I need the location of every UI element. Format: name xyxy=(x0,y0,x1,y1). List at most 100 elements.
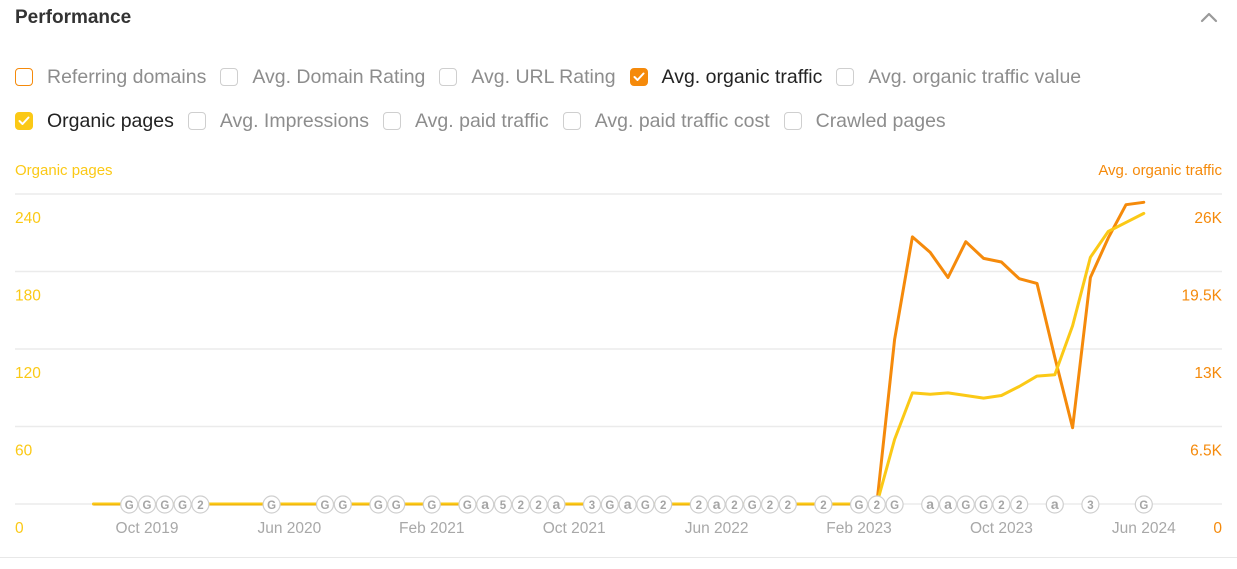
annotation-label: G xyxy=(178,500,187,512)
annotation-marker[interactable]: G xyxy=(137,495,157,514)
checkbox-empty-icon[interactable] xyxy=(187,112,206,130)
left-tick-label: 60 xyxy=(15,443,33,460)
collapse-button[interactable] xyxy=(1198,8,1220,26)
annotation-marker[interactable]: G xyxy=(974,495,993,514)
annotation-marker[interactable]: 2 xyxy=(511,495,530,514)
annotation-marker[interactable]: a xyxy=(938,495,958,514)
annotation-marker[interactable]: 3 xyxy=(1081,495,1100,514)
metric-checkbox-organic-pages[interactable]: Organic pages xyxy=(15,110,174,133)
annotation-marker[interactable]: 2 xyxy=(689,495,708,514)
annotation-marker[interactable]: a xyxy=(476,495,495,514)
annotation-marker[interactable]: 2 xyxy=(654,495,673,514)
annotation-label: a xyxy=(624,496,632,512)
annotation-marker[interactable]: a xyxy=(1045,495,1064,514)
annotation-marker[interactable]: 5 xyxy=(493,495,513,514)
annotation-marker[interactable]: G xyxy=(885,495,904,514)
annotation-marker[interactable]: 2 xyxy=(814,495,833,514)
metric-label: Avg. organic traffic xyxy=(661,65,823,88)
metric-checkbox-avg-domain-rating[interactable]: Avg. Domain Rating xyxy=(220,66,425,89)
checkbox-empty-icon[interactable] xyxy=(562,112,581,130)
annotation-marker[interactable]: a xyxy=(618,495,637,514)
metric-checkbox-avg-paid-traffic[interactable]: Avg. paid traffic xyxy=(383,110,549,133)
metric-checkbox-referring-domains[interactable]: Referring domains xyxy=(15,66,206,89)
annotation-label: 2 xyxy=(874,500,880,512)
checkmark-icon xyxy=(633,72,645,81)
x-tick-label: Jun 2022 xyxy=(685,520,749,537)
x-tick-label: Oct 2023 xyxy=(970,520,1033,537)
annotation-marker[interactable]: 2 xyxy=(191,495,210,514)
right-axis-title: Avg. organic traffic xyxy=(1098,162,1222,179)
annotation-marker[interactable]: G xyxy=(173,495,192,514)
annotation-marker[interactable]: G xyxy=(849,495,869,514)
right-tick-label: 26K xyxy=(1194,210,1222,227)
annotation-marker[interactable]: a xyxy=(921,495,940,514)
annotation-marker[interactable]: G xyxy=(636,495,655,514)
annotation-label: a xyxy=(713,496,721,512)
annotation-marker[interactable]: 2 xyxy=(1010,495,1029,514)
metric-label: Referring domains xyxy=(47,65,207,88)
annotation-marker[interactable]: 2 xyxy=(725,495,744,514)
metric-label: Avg. URL Rating xyxy=(471,65,616,88)
annotation-marker[interactable]: G xyxy=(458,495,477,514)
metric-checkbox-avg-url-rating[interactable]: Avg. URL Rating xyxy=(439,65,616,89)
annotation-label: G xyxy=(338,500,347,512)
annotation-label: G xyxy=(427,500,436,512)
metric-row-2: Organic pages Avg. Impressions Avg. paid t… xyxy=(15,109,960,133)
annotation-label: 3 xyxy=(589,500,595,512)
annotation-label: G xyxy=(979,500,988,512)
checkbox-empty-icon[interactable] xyxy=(15,68,33,86)
metric-checkbox-avg-impressions[interactable]: Avg. Impressions xyxy=(187,109,370,133)
chevron-up-icon xyxy=(1200,12,1218,23)
annotation-label: 2 xyxy=(518,500,524,512)
annotation-label: 2 xyxy=(731,500,737,512)
annotation-marker[interactable]: a xyxy=(547,495,566,514)
annotation-marker[interactable]: G xyxy=(315,495,335,514)
left-tick-label: 120 xyxy=(15,365,41,382)
metric-checkbox-avg-organic-traffic[interactable]: Avg. organic traffic xyxy=(629,65,823,89)
annotation-label: 2 xyxy=(785,500,791,512)
checkbox-empty-icon[interactable] xyxy=(383,112,402,130)
metric-checkbox-avg-paid-traffic-cost[interactable]: Avg. paid traffic cost xyxy=(562,110,770,133)
checkbox-checked-icon[interactable] xyxy=(629,68,648,86)
annotation-label: a xyxy=(553,496,561,512)
checkbox-empty-icon[interactable] xyxy=(220,68,239,86)
annotation-label: G xyxy=(748,500,757,512)
metric-checkbox-crawled-pages[interactable]: Crawled pages xyxy=(783,110,946,133)
checkbox-empty-icon[interactable] xyxy=(836,68,855,86)
annotation-label: 2 xyxy=(197,500,203,512)
annotation-label: 5 xyxy=(500,500,507,512)
annotation-marker[interactable]: G xyxy=(743,495,762,514)
annotation-label: G xyxy=(392,500,401,512)
annotation-marker[interactable]: 2 xyxy=(760,495,780,514)
annotation-marker[interactable]: a xyxy=(707,495,726,514)
annotation-marker[interactable]: G xyxy=(262,495,281,514)
metric-checkbox-avg-organic-traffic-value[interactable]: Avg. organic traffic value xyxy=(836,66,1081,89)
x-tick-label: Jun 2024 xyxy=(1112,520,1176,537)
annotation-label: G xyxy=(321,500,330,512)
checkbox-checked-icon[interactable] xyxy=(15,112,33,130)
annotation-marker[interactable]: G xyxy=(956,495,975,514)
annotation-label: a xyxy=(1051,496,1059,512)
annotation-marker[interactable]: 2 xyxy=(867,495,886,514)
metric-label: Avg. Impressions xyxy=(219,109,370,132)
annotation-marker[interactable]: 3 xyxy=(582,495,602,514)
annotation-marker[interactable]: G xyxy=(600,495,619,514)
metric-label: Organic pages xyxy=(47,109,174,132)
annotation-marker[interactable]: G xyxy=(120,495,139,514)
annotation-marker[interactable]: G xyxy=(387,495,406,514)
right-tick-label: 19.5K xyxy=(1181,288,1222,305)
annotation-marker[interactable]: 2 xyxy=(529,495,548,514)
section-title: Performance xyxy=(15,7,132,28)
annotation-marker[interactable]: G xyxy=(422,495,441,514)
annotation-marker[interactable]: G xyxy=(1134,495,1153,514)
annotation-marker[interactable]: G xyxy=(155,495,174,514)
annotation-marker[interactable]: 2 xyxy=(992,495,1011,514)
annotation-label: 2 xyxy=(767,500,773,512)
annotation-marker[interactable]: G xyxy=(369,495,388,514)
annotation-marker[interactable]: G xyxy=(333,495,352,514)
annotation-marker[interactable]: 2 xyxy=(778,495,797,514)
checkbox-empty-icon[interactable] xyxy=(783,112,802,130)
annotation-label: G xyxy=(855,500,864,512)
checkbox-empty-icon[interactable] xyxy=(439,68,458,86)
annotation-label: G xyxy=(1139,500,1148,512)
